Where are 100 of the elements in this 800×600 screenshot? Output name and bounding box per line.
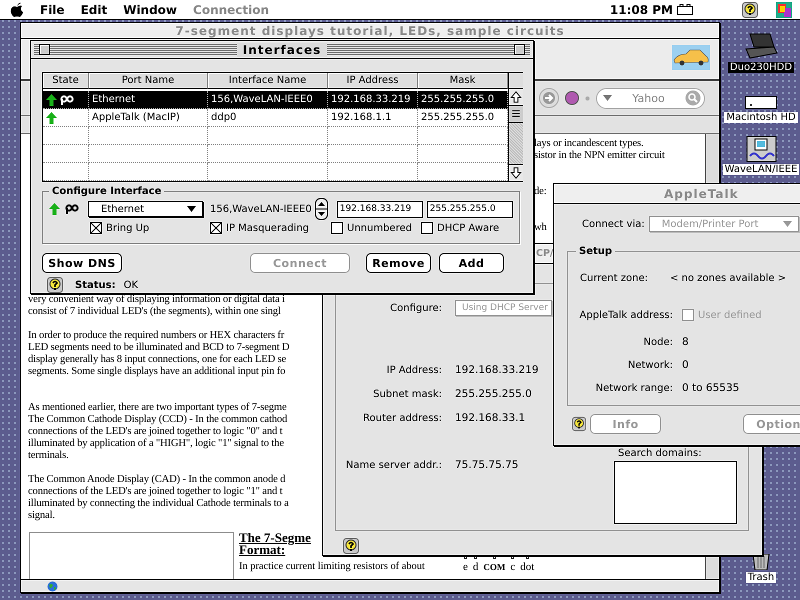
help-icon[interactable] <box>742 2 758 18</box>
page-text: signal. <box>28 510 55 521</box>
checkbox-label[interactable]: DHCP Aware <box>437 222 500 234</box>
checkbox-label[interactable]: Unnumbered <box>347 222 412 234</box>
table-row[interactable]: Ethernet 156,WaveLAN-IEEE0 192.168.33.219 255.255.255.0 <box>43 91 508 109</box>
status-ball-icon[interactable] <box>565 91 579 105</box>
column-header[interactable]: Port Name <box>89 73 208 89</box>
status-value: OK <box>124 280 138 290</box>
forward-button[interactable] <box>539 88 559 108</box>
apple-icon[interactable] <box>10 2 24 18</box>
column-header[interactable]: State <box>43 73 89 89</box>
table-row[interactable]: AppleTalk (MacIP) ddp0 192.168.1.1 255.255.255.0 <box>43 109 508 127</box>
field-label: Connect via: <box>582 218 645 230</box>
group-legend: Configure Interface <box>49 186 164 197</box>
page-text: display generally has 8 input connections, one for each LED se <box>28 354 286 365</box>
port-dropdown[interactable]: Ethernet <box>88 201 203 217</box>
pin-label: c <box>510 562 516 572</box>
page-text: connections of the LED's are joined together to logic "1" and t <box>28 486 282 497</box>
checkbox-label[interactable]: Bring Up <box>106 222 150 234</box>
icon-label[interactable]: Duo230HDD <box>728 62 794 73</box>
stepper[interactable] <box>314 198 328 220</box>
field-value: 0 to 65535 <box>682 382 740 394</box>
field-value: 192.168.33.1 <box>455 412 526 424</box>
field-label: Configure: <box>390 302 442 314</box>
field-label: AppleTalk address: <box>580 310 673 320</box>
car-logo-icon <box>672 45 710 70</box>
menu-item[interactable]: File <box>40 2 65 16</box>
interface-name: 156,WaveLAN-IEEE0 <box>210 204 312 214</box>
field-value: 8 <box>682 336 689 348</box>
page-text: illuminated by connecting the individual Cathode terminals to a <box>28 498 289 509</box>
field-label: Search domains: <box>618 448 702 459</box>
field-label: Subnet mask: <box>373 388 442 400</box>
help-icon[interactable] <box>47 277 63 293</box>
field-value: 0 <box>682 359 689 371</box>
field-label: Network: <box>628 360 673 370</box>
section-heading: Format: <box>239 544 286 556</box>
menu-item[interactable]: Window <box>123 2 178 16</box>
icon-label[interactable]: Macintosh HD <box>724 112 798 123</box>
window-title: Interfaces <box>236 42 328 56</box>
pin-label: d <box>472 562 478 572</box>
field-label: Network range: <box>596 382 673 394</box>
dialog-button[interactable]: Show DNS <box>42 253 122 273</box>
column-header[interactable]: IP Address <box>328 73 418 89</box>
field-label: Name server addr.: <box>346 460 442 470</box>
pin-label: e <box>463 562 468 572</box>
caret-icon[interactable] <box>187 206 196 212</box>
page-text: In order to produce the required numbers or HEX characters fr <box>28 330 284 341</box>
search-domains-field[interactable] <box>614 461 737 524</box>
checkbox[interactable] <box>210 222 222 234</box>
page-text: LED segments need to be illuminated and BCD to 7-segment D <box>28 342 290 353</box>
close-box[interactable] <box>39 44 50 55</box>
page-text: very convenient way of displaying information or digital data i <box>28 294 285 305</box>
clock[interactable]: 11:08 PM <box>610 2 673 16</box>
scroll-bar[interactable] <box>508 73 523 181</box>
dialog-button[interactable]: Add <box>439 253 504 273</box>
page-text: The Common Cathode Display (CCD) - In the common cathod <box>28 414 288 425</box>
window-title: CP/ <box>536 248 554 259</box>
page-text: The Common Anode Display (CAD) - In the common anode d <box>28 474 286 485</box>
icon-label[interactable]: Trash <box>746 572 776 583</box>
dot-icon <box>585 96 590 100</box>
zoom-box[interactable] <box>514 44 525 55</box>
field-label: Node: <box>644 336 673 348</box>
page-text: lays or incandescent types. <box>534 138 644 149</box>
ip-address-field[interactable]: 192.168.33.219 <box>336 200 423 218</box>
field-label: IP Address: <box>386 364 442 376</box>
checkbox-label[interactable]: IP Masquerading <box>226 222 310 234</box>
help-icon[interactable] <box>572 416 586 432</box>
laptop-icon[interactable] <box>744 32 778 60</box>
field-value: 192.168.33.219 <box>455 364 538 376</box>
menu-item[interactable]: Edit <box>80 2 108 16</box>
help-icon[interactable] <box>343 538 359 554</box>
field-value: < no zones available > <box>670 272 786 284</box>
column-header[interactable]: Mask <box>418 73 508 89</box>
application-icon[interactable] <box>776 2 792 18</box>
checkbox[interactable] <box>421 222 433 234</box>
table-cell <box>43 163 89 181</box>
section-heading: The 7-Segme <box>239 532 311 544</box>
page-text: connections of the LED's are joined together to logic "0" and t <box>28 426 282 437</box>
mask-field[interactable]: 255.255.255.0 <box>426 200 513 218</box>
status-label: Status: <box>75 280 116 290</box>
page-text: As mentioned earlier, there are two important types of 7-segme <box>28 402 287 413</box>
battery-icon[interactable] <box>677 4 694 15</box>
checkbox[interactable] <box>90 222 102 234</box>
page-text: terminals. <box>28 450 69 461</box>
page-text: consist of 7 individual LED's (the segments), within one singl <box>28 306 281 317</box>
pin-label: COM <box>483 562 506 572</box>
field-label: Router address: <box>363 412 442 424</box>
page-text: segments. Some single displays have an additional input pin fo <box>28 366 286 377</box>
group-legend: Setup <box>576 246 616 257</box>
pin-label: dot <box>520 562 534 572</box>
globe-icon <box>47 580 58 592</box>
network-card-icon[interactable] <box>745 136 777 162</box>
checkbox[interactable] <box>331 222 343 234</box>
field-label: Current zone: <box>580 272 648 284</box>
page-text: sistor in the NPN emitter circuit <box>534 150 665 161</box>
page-text: In practice current limiting resistors of about <box>239 562 425 572</box>
column-header[interactable]: Interface Name <box>208 73 328 89</box>
field-value: 255.255.255.0 <box>455 388 532 400</box>
dialog-button[interactable]: Remove <box>366 253 431 273</box>
icon-label[interactable]: WaveLAN/IEEE <box>722 164 800 175</box>
